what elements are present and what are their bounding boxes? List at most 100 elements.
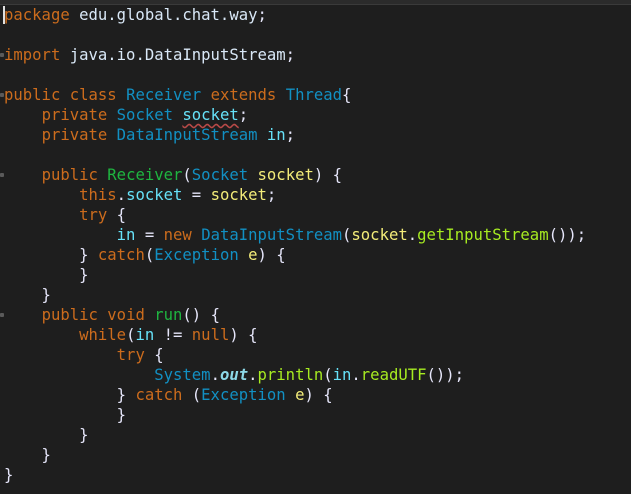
code-token: socket bbox=[126, 186, 183, 204]
code-line[interactable]: } bbox=[4, 465, 13, 485]
code-token: catch bbox=[97, 246, 145, 264]
code-line[interactable]: in = new DataInputStream(socket.getInput… bbox=[4, 225, 586, 245]
code-line[interactable]: } bbox=[4, 405, 126, 425]
code-token: Socket bbox=[191, 166, 249, 184]
code-token: public bbox=[4, 86, 61, 104]
code-line[interactable]: private DataInputStream in; bbox=[4, 125, 296, 145]
code-token: socket bbox=[257, 166, 314, 184]
code-editor[interactable]: package edu.global.chat.way; import java.… bbox=[0, 0, 631, 494]
code-line[interactable]: } bbox=[4, 445, 51, 465]
code-line[interactable]: while(in != null) { bbox=[4, 325, 258, 345]
code-token: Socket bbox=[116, 106, 174, 124]
code-token: . bbox=[351, 366, 361, 384]
code-token: class bbox=[69, 86, 117, 104]
code-token: DataInputStream bbox=[116, 126, 258, 144]
code-token: Receiver bbox=[107, 166, 183, 184]
code-line[interactable]: this.socket = socket; bbox=[4, 185, 276, 205]
code-token: ; bbox=[285, 46, 296, 64]
code-token: try bbox=[79, 206, 108, 224]
code-token: socket bbox=[351, 226, 408, 244]
code-token: in bbox=[332, 366, 352, 384]
code-token: ( bbox=[182, 386, 202, 404]
code-token: } bbox=[4, 406, 127, 424]
code-token: getInputStream bbox=[417, 226, 549, 244]
code-token: . bbox=[407, 226, 418, 244]
code-token: () { bbox=[182, 306, 220, 324]
code-token: System bbox=[154, 366, 211, 384]
code-token: . bbox=[210, 366, 220, 384]
code-token: . bbox=[116, 186, 127, 204]
code-line[interactable]: System.out.println(in.readUTF()); bbox=[4, 365, 464, 385]
code-token: ; bbox=[285, 126, 296, 144]
code-line[interactable]: try { bbox=[4, 345, 164, 365]
code-token: ; bbox=[238, 106, 249, 124]
code-token: } bbox=[4, 446, 51, 464]
code-token: public bbox=[41, 166, 98, 184]
code-token: this bbox=[79, 186, 117, 204]
code-token: private bbox=[41, 106, 108, 124]
code-token: ) { bbox=[229, 326, 258, 344]
code-token: ( bbox=[144, 246, 155, 264]
code-token: ( bbox=[323, 366, 333, 384]
code-line[interactable]: try { bbox=[4, 205, 126, 225]
code-token: java.io.DataInputStream bbox=[60, 46, 286, 64]
code-line[interactable]: } bbox=[4, 425, 89, 445]
code-token: e bbox=[248, 246, 258, 264]
code-token: DataInputStream bbox=[201, 226, 343, 244]
code-line[interactable]: } bbox=[4, 265, 88, 285]
code-line[interactable]: public void run() { bbox=[4, 305, 220, 325]
code-line[interactable]: public class Receiver extends Thread{ bbox=[4, 85, 351, 105]
code-line[interactable]: import java.io.DataInputStream; bbox=[4, 45, 295, 65]
code-line[interactable]: } catch (Exception e) { bbox=[4, 385, 333, 405]
code-token: ; bbox=[266, 186, 277, 204]
code-token: ( bbox=[342, 226, 352, 244]
code-token: void bbox=[107, 306, 145, 324]
code-line[interactable]: } bbox=[4, 285, 51, 305]
code-token: import bbox=[4, 46, 61, 64]
code-line[interactable]: public Receiver(Socket socket) { bbox=[4, 165, 342, 185]
code-token: while bbox=[79, 326, 127, 344]
code-line[interactable]: package edu.global.chat.way; bbox=[4, 5, 267, 25]
code-line[interactable]: private Socket socket; bbox=[4, 105, 249, 125]
code-token: in bbox=[116, 226, 136, 244]
code-token: = bbox=[135, 226, 164, 244]
code-token: { bbox=[107, 206, 127, 224]
code-token: ) { bbox=[257, 246, 286, 264]
code-token: edu.global.chat.way bbox=[69, 6, 258, 24]
code-token: { bbox=[144, 346, 164, 364]
code-token: ()); bbox=[548, 226, 587, 244]
code-token: new bbox=[163, 226, 192, 244]
code-line[interactable]: } catch(Exception e) { bbox=[4, 245, 286, 265]
code-token: . bbox=[248, 366, 258, 384]
code-token: { bbox=[342, 86, 352, 104]
code-token: in bbox=[266, 126, 286, 144]
code-token: } bbox=[4, 246, 98, 264]
code-token: Exception bbox=[201, 386, 286, 404]
code-token: ; bbox=[257, 6, 267, 24]
code-token: try bbox=[116, 346, 145, 364]
code-token: run bbox=[154, 306, 183, 324]
code-token: } bbox=[4, 426, 89, 444]
code-token: null bbox=[191, 326, 230, 344]
code-token: ) { bbox=[313, 166, 343, 184]
code-token: println bbox=[257, 366, 324, 384]
